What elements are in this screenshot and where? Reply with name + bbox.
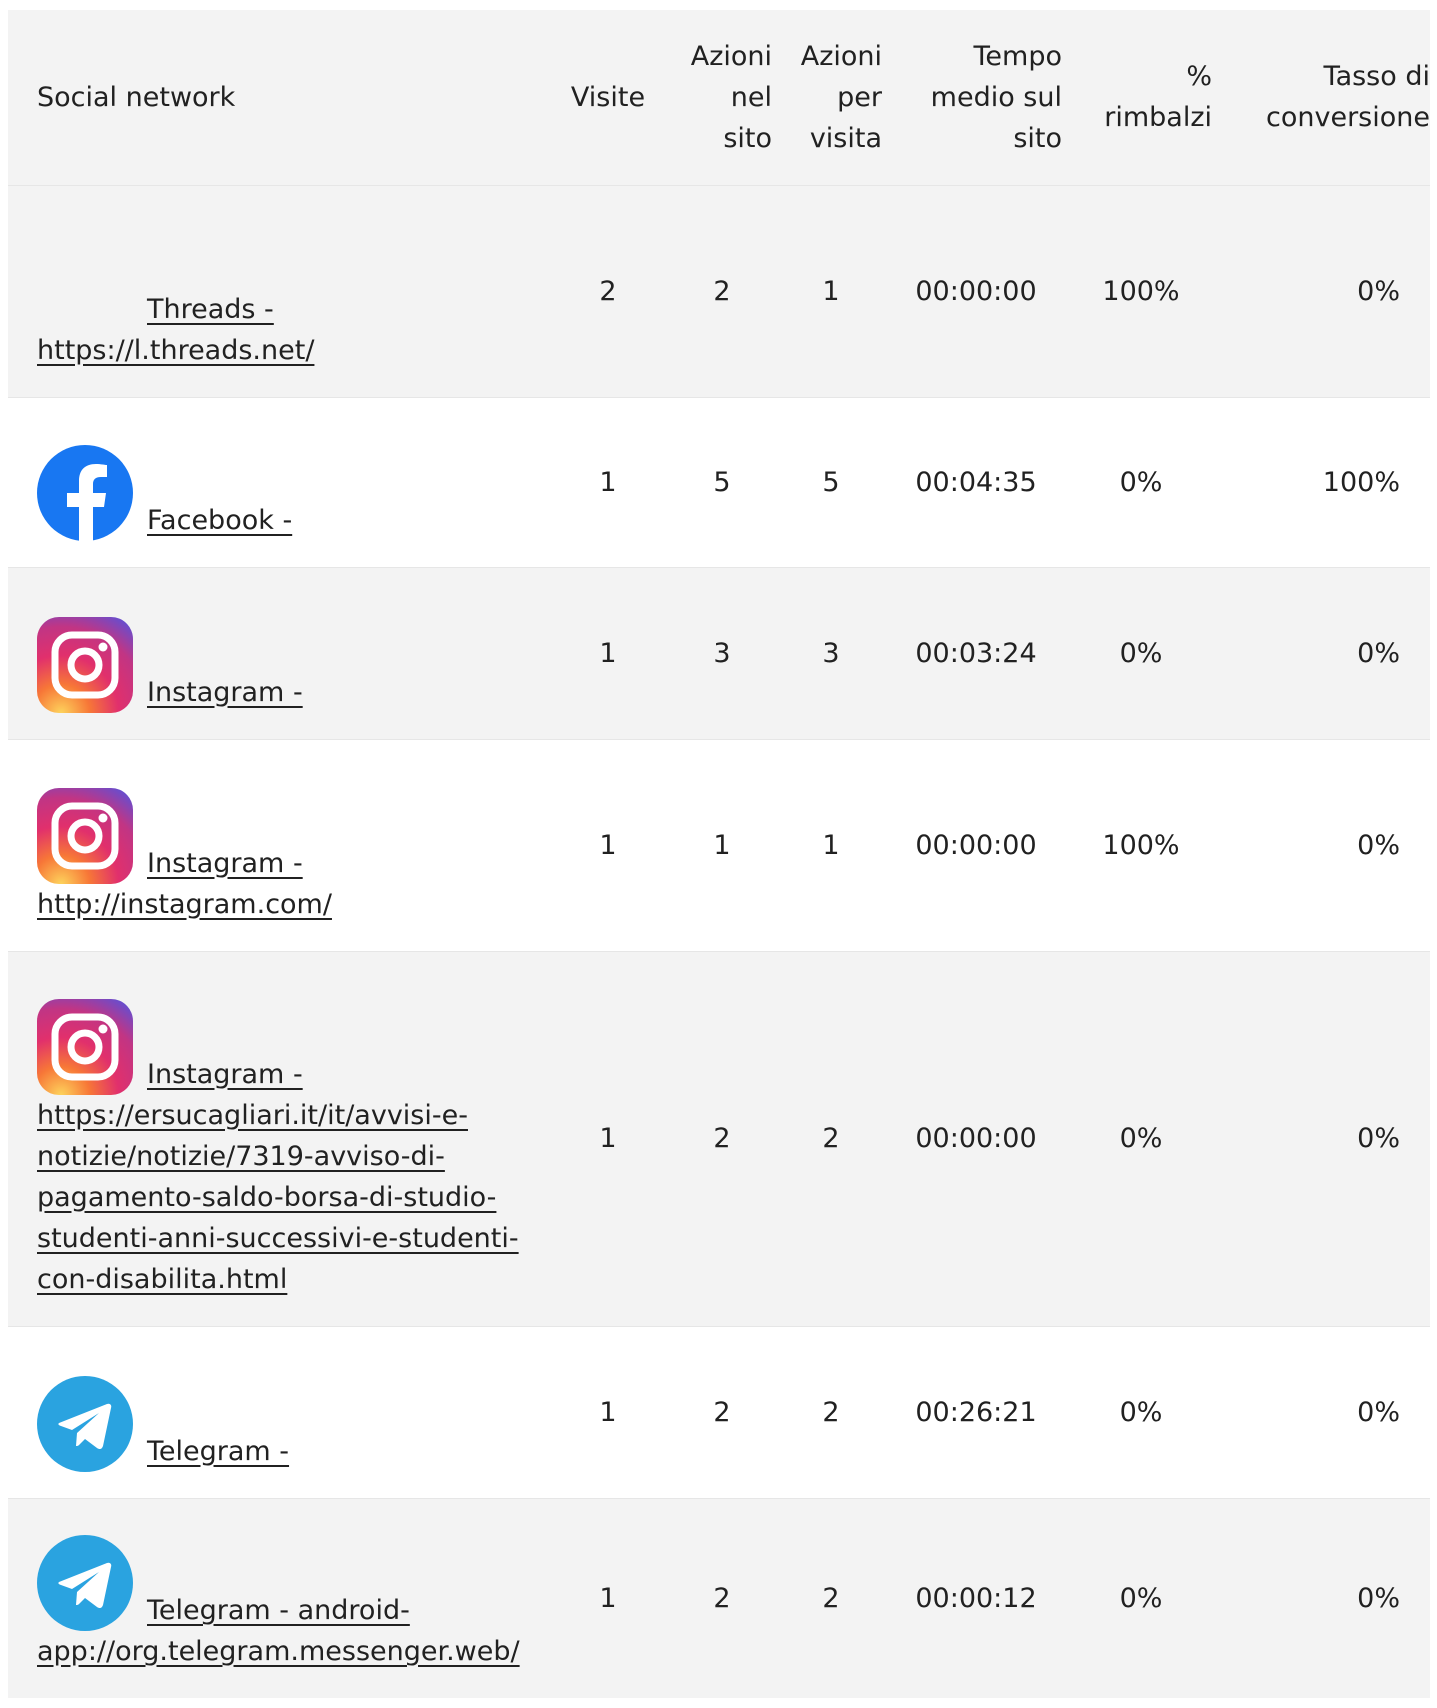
actions-cell: 2: [668, 184, 776, 397]
visits-cell: 1: [548, 1325, 668, 1498]
header-social-network[interactable]: Social network: [8, 10, 548, 185]
social-network-link[interactable]: Threads - https://l.threads.net/: [37, 294, 314, 366]
actions-cell: 5: [668, 396, 776, 567]
avg-time-cell: 00:00:00: [886, 184, 1066, 397]
bounce-rate-cell: 100%: [1066, 738, 1216, 951]
header-actions[interactable]: Azioni nel sito: [668, 10, 776, 185]
bounce-rate-cell: 0%: [1066, 396, 1216, 567]
actions-per-visit-cell: 5: [776, 396, 886, 567]
actions-cell: 2: [668, 950, 776, 1326]
bounce-rate-cell: 0%: [1066, 1497, 1216, 1698]
social-network-cell: Instagram - https://ersucagliari.it/it/a…: [8, 950, 548, 1326]
visits-cell: 1: [548, 738, 668, 951]
actions-cell: 3: [668, 566, 776, 739]
avg-time-cell: 00:00:00: [886, 950, 1066, 1326]
table-row: Threads - https://l.threads.net/ 2 2 1 0…: [8, 184, 1430, 397]
instagram-icon: [37, 998, 133, 1095]
conversion-rate-cell: 0%: [1216, 566, 1430, 739]
telegram-icon: [37, 1375, 133, 1472]
facebook-icon: [37, 444, 133, 541]
conversion-rate-cell: 0%: [1216, 184, 1430, 397]
actions-cell: 2: [668, 1497, 776, 1698]
visits-cell: 1: [548, 396, 668, 567]
conversion-rate-cell: 0%: [1216, 738, 1430, 951]
visits-cell: 2: [548, 184, 668, 397]
social-network-cell: Telegram -: [8, 1325, 548, 1498]
table-header-row: Social network Visite Azioni nel sito Az…: [8, 10, 1430, 185]
social-network-cell: Facebook -: [8, 396, 548, 567]
conversion-rate-cell: 0%: [1216, 1497, 1430, 1698]
visits-cell: 1: [548, 950, 668, 1326]
social-network-cell: Threads - https://l.threads.net/: [8, 184, 548, 397]
instagram-icon: [37, 616, 133, 713]
conversion-rate-cell: 0%: [1216, 1325, 1430, 1498]
avg-time-cell: 00:03:24: [886, 566, 1066, 739]
conversion-rate-cell: 100%: [1216, 396, 1430, 567]
avg-time-cell: 00:04:35: [886, 396, 1066, 567]
actions-cell: 2: [668, 1325, 776, 1498]
header-bounce-rate[interactable]: % rimbalzi: [1066, 10, 1216, 185]
social-network-cell: Instagram - http://instagram.com/: [8, 738, 548, 951]
telegram-icon: [37, 1535, 133, 1631]
bounce-rate-cell: 0%: [1066, 1325, 1216, 1498]
actions-per-visit-cell: 2: [776, 1497, 886, 1698]
avg-time-cell: 00:26:21: [886, 1325, 1066, 1498]
instagram-icon: [37, 787, 133, 884]
table-row: Facebook - 1 5 5 00:04:35 0% 100%: [8, 396, 1430, 567]
conversion-rate-cell: 0%: [1216, 950, 1430, 1326]
avg-time-cell: 00:00:00: [886, 738, 1066, 951]
actions-per-visit-cell: 1: [776, 184, 886, 397]
header-conversion-rate[interactable]: Tasso di conversione: [1216, 10, 1430, 185]
visits-cell: 1: [548, 566, 668, 739]
social-network-report: Social network Visite Azioni nel sito Az…: [8, 10, 1430, 1698]
social-network-cell: Telegram - android-app://org.telegram.me…: [8, 1497, 548, 1698]
table-row: Telegram - android-app://org.telegram.me…: [8, 1497, 1430, 1698]
actions-per-visit-cell: 3: [776, 566, 886, 739]
actions-per-visit-cell: 1: [776, 738, 886, 951]
bounce-rate-cell: 100%: [1066, 184, 1216, 397]
actions-per-visit-cell: 2: [776, 950, 886, 1326]
header-actions-per-visit[interactable]: Azioni per visita: [776, 10, 886, 185]
table-row: Instagram - 1 3 3 00:03:24 0% 0%: [8, 566, 1430, 739]
header-visits[interactable]: Visite: [548, 10, 668, 185]
social-network-link[interactable]: Facebook -: [147, 505, 292, 536]
visits-cell: 1: [548, 1497, 668, 1698]
table-row: Telegram - 1 2 2 00:26:21 0% 0%: [8, 1325, 1430, 1498]
bounce-rate-cell: 0%: [1066, 950, 1216, 1326]
social-network-table: Social network Visite Azioni nel sito Az…: [8, 10, 1430, 1698]
social-network-cell: Instagram -: [8, 566, 548, 739]
header-avg-time[interactable]: Tempo medio sul sito: [886, 10, 1066, 185]
bounce-rate-cell: 0%: [1066, 566, 1216, 739]
social-network-link[interactable]: Instagram -: [147, 677, 303, 708]
table-row: Instagram - http://instagram.com/ 1 1 1 …: [8, 738, 1430, 951]
table-row: Instagram - https://ersucagliari.it/it/a…: [8, 950, 1430, 1326]
social-network-link[interactable]: Telegram -: [147, 1436, 289, 1467]
actions-per-visit-cell: 2: [776, 1325, 886, 1498]
actions-cell: 1: [668, 738, 776, 951]
avg-time-cell: 00:00:12: [886, 1497, 1066, 1698]
